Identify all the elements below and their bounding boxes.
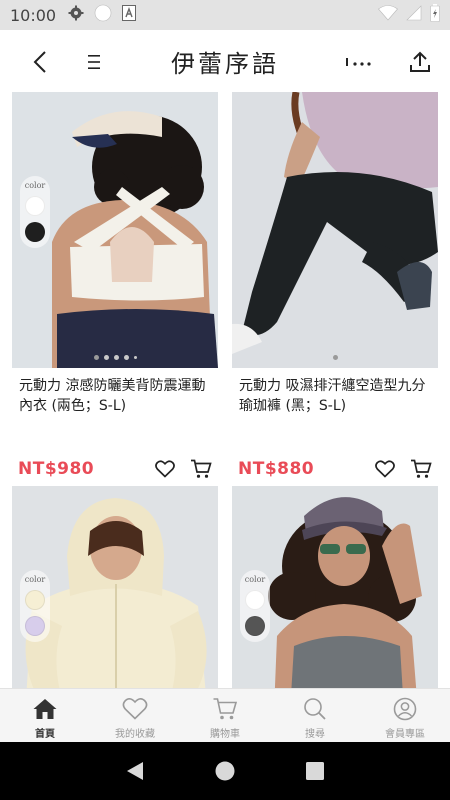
menu-icon — [88, 55, 100, 69]
system-recents-button[interactable] — [303, 759, 327, 783]
product-card[interactable]: 元動力 吸濕排汗纏空造型九分瑜珈褲 (黑；S-L) NT$880 — [232, 92, 438, 480]
bottom-navigation: 首頁 我的收藏 購物車 搜尋 會員專區 — [0, 688, 450, 742]
more-icon — [346, 58, 371, 66]
cart-icon — [191, 459, 212, 478]
user-icon — [392, 696, 418, 722]
pagination-dot — [113, 355, 119, 360]
product-image[interactable]: color — [12, 92, 218, 368]
app-header: 伊蕾序語 — [0, 30, 450, 92]
product-image[interactable]: color — [232, 486, 438, 688]
status-left-icons — [68, 4, 137, 26]
add-to-cart-button[interactable] — [190, 458, 212, 480]
pagination-dot — [123, 355, 129, 360]
system-navigation — [0, 742, 450, 800]
system-home-button[interactable] — [213, 759, 237, 783]
product-card[interactable]: color — [12, 486, 218, 688]
pagination-dot — [93, 355, 99, 360]
menu-button[interactable] — [76, 44, 112, 80]
favorite-button[interactable] — [374, 458, 396, 480]
wifi-icon — [378, 5, 398, 25]
product-card[interactable]: color — [232, 486, 438, 688]
battery-icon — [430, 4, 440, 26]
favorite-button[interactable] — [154, 458, 176, 480]
pagination-dot — [103, 355, 109, 360]
a-box-icon — [122, 5, 137, 25]
swatch-cream[interactable] — [25, 590, 45, 610]
nav-member[interactable]: 會員專區 — [360, 689, 450, 742]
brand-title: 伊蕾序語 — [171, 50, 279, 78]
pagination-dot — [133, 356, 137, 359]
status-right-icons — [378, 4, 440, 26]
swatch-white[interactable] — [25, 196, 45, 216]
swatch-label: color — [24, 575, 46, 584]
share-icon — [410, 51, 430, 72]
nav-label: 我的收藏 — [115, 729, 155, 740]
status-time: 10:00 — [10, 5, 57, 25]
circle-home-icon — [215, 761, 235, 781]
add-to-cart-button[interactable] — [410, 458, 432, 480]
gear-icon — [68, 5, 84, 25]
swatch-white[interactable] — [245, 590, 265, 610]
swatch-black[interactable] — [25, 222, 45, 242]
circle-icon — [94, 4, 112, 26]
heart-icon — [122, 696, 148, 722]
home-icon — [32, 696, 58, 722]
system-back-button[interactable] — [123, 759, 147, 783]
nav-cart[interactable]: 購物車 — [180, 689, 270, 742]
triangle-back-icon — [127, 762, 143, 780]
nav-favorites[interactable]: 我的收藏 — [90, 689, 180, 742]
heart-icon — [155, 460, 175, 478]
search-icon — [302, 696, 328, 722]
status-bar: 10:00 — [0, 0, 450, 30]
more-button[interactable] — [341, 44, 377, 80]
product-footer: NT$980 — [12, 458, 218, 480]
cart-icon — [411, 459, 432, 478]
product-grid: color 元動力 涼感防曬美背防震運動內衣 (兩色；S-L) NT$980 元… — [0, 92, 450, 688]
swatch-label: color — [244, 575, 266, 584]
square-recents-icon — [306, 762, 324, 780]
product-image[interactable]: color — [12, 486, 218, 688]
swatch-lavender[interactable] — [25, 616, 45, 636]
product-image[interactable] — [232, 92, 438, 368]
color-swatches: color — [20, 176, 50, 248]
nav-label: 購物車 — [210, 729, 240, 740]
signal-icon — [406, 5, 422, 25]
share-button[interactable] — [402, 44, 438, 80]
nav-label: 首頁 — [35, 729, 55, 740]
back-button[interactable] — [22, 44, 58, 80]
product-price: NT$980 — [18, 459, 95, 479]
cart-icon — [212, 696, 238, 722]
nav-home[interactable]: 首頁 — [0, 689, 90, 742]
heart-icon — [375, 460, 395, 478]
nav-label: 搜尋 — [305, 729, 325, 740]
image-pagination — [12, 355, 218, 360]
product-price: NT$880 — [238, 459, 315, 479]
image-pagination — [232, 355, 438, 360]
swatch-gray[interactable] — [245, 616, 265, 636]
product-photo — [232, 92, 438, 368]
color-swatches: color — [20, 570, 50, 642]
product-footer: NT$880 — [232, 458, 438, 480]
product-name[interactable]: 元動力 涼感防曬美背防震運動內衣 (兩色；S-L) — [12, 376, 218, 416]
nav-label: 會員專區 — [385, 729, 425, 740]
nav-search[interactable]: 搜尋 — [270, 689, 360, 742]
product-card[interactable]: color 元動力 涼感防曬美背防震運動內衣 (兩色；S-L) NT$980 — [12, 92, 218, 480]
back-icon — [33, 51, 46, 73]
color-swatches: color — [240, 570, 270, 642]
product-name[interactable]: 元動力 吸濕排汗纏空造型九分瑜珈褲 (黑；S-L) — [232, 376, 438, 416]
pagination-dot — [332, 355, 338, 360]
swatch-label: color — [24, 181, 46, 190]
